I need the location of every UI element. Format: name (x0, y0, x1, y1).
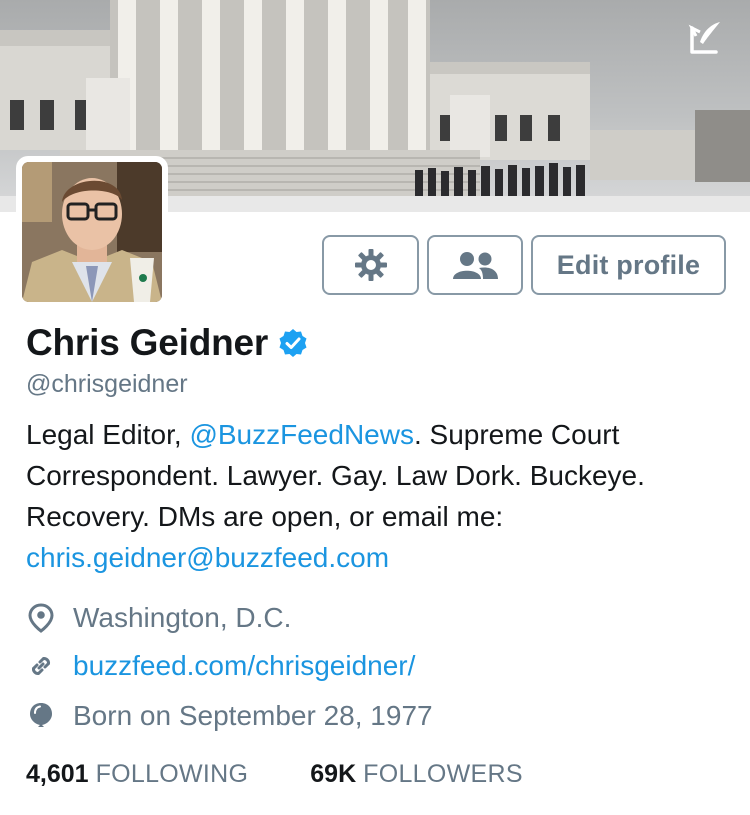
compose-icon (688, 22, 720, 54)
profile-handle: @chrisgeidner (26, 370, 188, 398)
location-text: Washington, D.C. (73, 602, 292, 633)
followers-label: FOLLOWERS (363, 760, 523, 788)
balloon-icon (26, 701, 56, 731)
profile-birthday: Born on September 28, 1977 (26, 700, 433, 732)
profile-location: Washington, D.C. (26, 602, 291, 634)
avatar-photo (22, 162, 162, 302)
profile-website-link[interactable]: buzzfeed.com/chrisgeidner/ (73, 650, 415, 682)
following-stat[interactable]: 4,601 FOLLOWING (26, 760, 248, 789)
birthday-text: Born on September 28, 1977 (73, 700, 433, 731)
profile-avatar[interactable] (16, 156, 168, 308)
compose-tweet-button[interactable] (686, 18, 732, 64)
following-label: FOLLOWING (95, 760, 249, 788)
avatar-photo-graphic (22, 162, 162, 302)
verified-badge-icon (279, 329, 307, 357)
profile-url: buzzfeed.com/chrisgeidner/ (26, 650, 415, 682)
follow-stats: 4,601 FOLLOWING 69K FOLLOWERS (26, 760, 523, 789)
gear-icon (354, 249, 387, 281)
followers-stat[interactable]: 69K FOLLOWERS (310, 760, 523, 789)
profile-name: Chris Geidner (26, 322, 269, 363)
settings-button[interactable] (322, 235, 419, 295)
bio-mention-link[interactable]: @BuzzFeedNews (189, 419, 414, 450)
edit-profile-label: Edit profile (556, 249, 701, 280)
link-icon (26, 651, 56, 681)
bio-text-1: Legal Editor, (26, 419, 190, 450)
lists-button[interactable] (427, 235, 523, 295)
edit-profile-button[interactable]: Edit profile (531, 235, 726, 295)
bio-email-link[interactable]: chris.geidner@buzzfeed.com (26, 542, 389, 573)
people-icon (453, 252, 498, 279)
profile-bio: Legal Editor, @BuzzFeedNews. Supreme Cou… (26, 414, 726, 578)
name-row: Chris Geidner (26, 322, 308, 364)
followers-count: 69K (310, 760, 357, 788)
location-pin-icon (26, 603, 56, 633)
following-count: 4,601 (26, 760, 89, 788)
